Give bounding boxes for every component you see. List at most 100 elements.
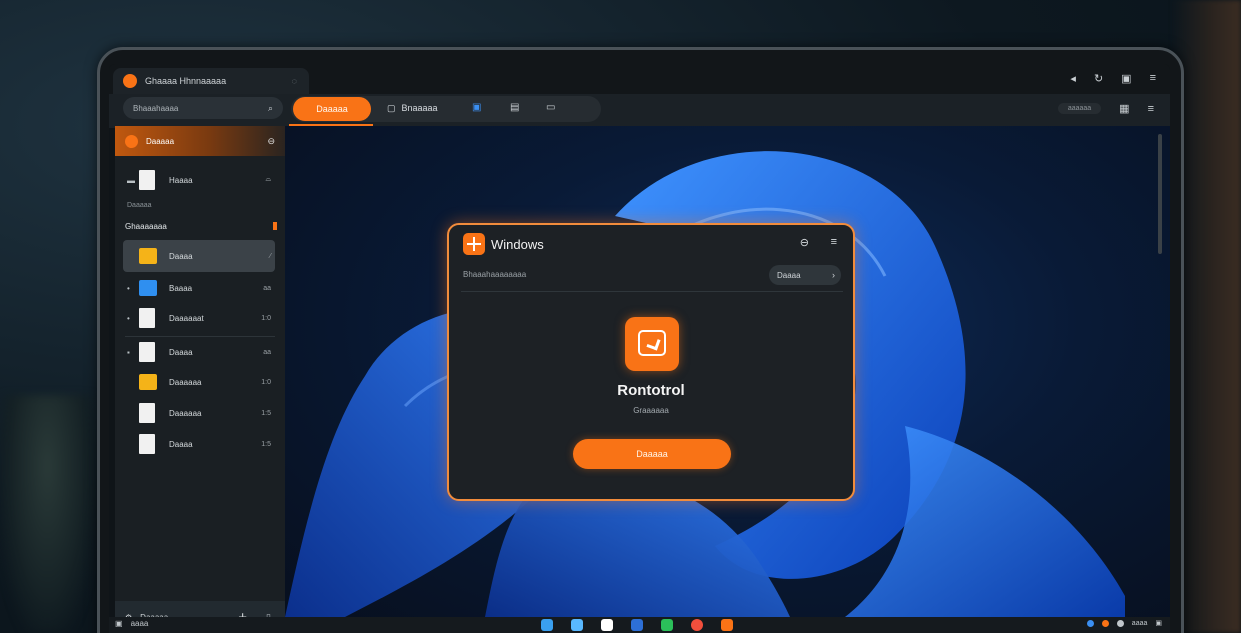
list-item-label: Daaaaaa bbox=[169, 377, 202, 387]
laptop-screen: Ghaaaa Hhnnaaaaa ◌ ◂ ↻ ▣ ≡ Bhaaahaaaa ⌕ … bbox=[109, 64, 1170, 633]
list-item[interactable]: Daaaaaa 1:0 bbox=[115, 368, 285, 396]
back-icon[interactable]: ◂ bbox=[1070, 72, 1076, 85]
start-icon[interactable]: ▣ bbox=[115, 619, 123, 628]
tab-active[interactable]: Daaaaa bbox=[293, 97, 371, 121]
dialog-select-value: Daaaa bbox=[777, 270, 801, 280]
tab-second-label: Bnaaaaa bbox=[401, 103, 438, 113]
system-tray: aaaa ▣ bbox=[1086, 619, 1162, 627]
cloud-icon: ⌓ bbox=[265, 176, 271, 183]
sidebar-sub-label: Daaaaa bbox=[127, 202, 152, 209]
list-item[interactable]: • Baaaa aa bbox=[115, 274, 285, 302]
hamburger-icon[interactable]: ≡ bbox=[1148, 103, 1154, 115]
list-item-label: Daaaaaat bbox=[169, 313, 204, 323]
taskbar-app-icon[interactable] bbox=[601, 619, 613, 631]
taskbar: ▣ aaaa aaaa ▣ bbox=[109, 617, 1170, 633]
taskbar-app-icon[interactable] bbox=[541, 619, 553, 631]
sidebar-selected-label: Daaaaa bbox=[146, 136, 175, 146]
folder-icon bbox=[139, 374, 157, 390]
title-bar: Ghaaaa Hhnnaaaaa ◌ ◂ ↻ ▣ ≡ bbox=[109, 64, 1170, 94]
tray-icon[interactable] bbox=[1101, 619, 1109, 627]
bullet-icon: • bbox=[127, 283, 130, 293]
dialog-select[interactable]: Daaaa › bbox=[769, 265, 841, 285]
window-tab-title: Ghaaaa Hhnnaaaaa bbox=[145, 76, 227, 86]
list-item[interactable]: Daaaa 1:5 bbox=[115, 430, 285, 458]
list-item[interactable]: ▪ Daaaa aa bbox=[115, 338, 285, 366]
tab-page-icon: ▢ bbox=[387, 103, 396, 113]
status-pill[interactable]: aaaaaa bbox=[1057, 103, 1102, 114]
window-icon[interactable]: ▣ bbox=[1121, 72, 1131, 85]
dialog-window: Windows ⊖ ≡ Bhaaahaaaaaaaa Daaaa › Ronto… bbox=[447, 223, 855, 501]
taskbar-app-icon[interactable] bbox=[661, 619, 673, 631]
list-item[interactable]: • Daaaaaat 1:0 bbox=[115, 304, 285, 332]
search-placeholder: Bhaaahaaaa bbox=[133, 103, 179, 113]
list-item-label: Daaaa bbox=[169, 251, 193, 261]
list-item-meta: aa bbox=[263, 348, 271, 356]
primary-button[interactable]: Daaaaa bbox=[573, 439, 731, 469]
list-item-meta: 1:5 bbox=[261, 440, 271, 448]
tab-second[interactable]: ▢ Bnaaaaa bbox=[387, 103, 438, 114]
toolbar: Bhaaahaaaa ⌕ Daaaaa ▢ Bnaaaaa ▣ ▤ ▭ aaaa… bbox=[109, 94, 1170, 128]
windows-logo-icon bbox=[463, 233, 485, 255]
app-name: Rontotrol bbox=[617, 382, 685, 399]
sidebar-section-heading: Ghaaaaaaa bbox=[125, 222, 167, 231]
document-icon bbox=[139, 434, 155, 454]
minimize-icon[interactable]: ⊖ bbox=[800, 236, 809, 249]
save-icon[interactable]: ▦ bbox=[1119, 102, 1129, 115]
section-marker bbox=[273, 222, 277, 230]
list-item-meta: 1:0 bbox=[261, 378, 271, 386]
list-item-label: Daaaaaa bbox=[169, 408, 202, 418]
refresh-icon[interactable]: ↻ bbox=[1094, 72, 1103, 85]
list-item-meta: 1:5 bbox=[261, 409, 271, 417]
window-tab[interactable]: Ghaaaa Hhnnaaaaa ◌ bbox=[113, 68, 309, 94]
pin-icon[interactable]: ⁄ bbox=[270, 253, 271, 260]
toolbar-right: aaaaaa ▦ ≡ bbox=[1057, 102, 1154, 115]
app-logo-icon bbox=[625, 317, 679, 371]
taskbar-app-icon[interactable] bbox=[631, 619, 643, 631]
list-item-meta: 1:0 bbox=[261, 314, 271, 322]
app-logo-icon bbox=[123, 74, 137, 88]
tray-icon[interactable] bbox=[1086, 619, 1094, 627]
list-item-label: Baaaa bbox=[169, 283, 193, 293]
app-caption: Graaaaaa bbox=[633, 406, 669, 415]
sidebar: Daaaaa ⊖ ▬ Haaaa ⌓ Daaaaa Ghaaaaaaa Daaa… bbox=[115, 126, 285, 633]
folder-icon[interactable]: ▭ bbox=[546, 102, 555, 113]
sidebar-item-home[interactable]: ▬ Haaaa ⌓ bbox=[115, 166, 285, 194]
tray-icon[interactable] bbox=[1116, 619, 1124, 627]
sidebar-item-home-label: Haaaa bbox=[169, 175, 193, 185]
bullet-icon: ▪ bbox=[127, 347, 130, 357]
document-icon bbox=[139, 342, 155, 362]
image-icon[interactable]: ▣ bbox=[472, 102, 481, 113]
dialog-divider bbox=[461, 291, 843, 292]
list-item-label: Daaaa bbox=[169, 439, 193, 449]
folder-icon bbox=[139, 248, 157, 264]
home-file-icon bbox=[139, 170, 155, 190]
menu-icon[interactable]: ≡ bbox=[1150, 72, 1156, 85]
document-icon bbox=[139, 403, 155, 423]
dialog-subtitle: Bhaaahaaaaaaaa bbox=[463, 270, 527, 279]
window-controls: ◂ ↻ ▣ ≡ bbox=[1070, 72, 1156, 85]
list-item-label: Daaaa bbox=[169, 347, 193, 357]
selected-item-icon bbox=[125, 134, 138, 148]
scrollbar[interactable] bbox=[1158, 134, 1162, 254]
taskbar-app-icon[interactable] bbox=[721, 619, 733, 631]
tray-clock[interactable]: aaaa bbox=[1132, 620, 1148, 627]
taskbar-app-icon[interactable] bbox=[571, 619, 583, 631]
dialog-title: Windows bbox=[491, 237, 544, 252]
app-logo-glyph bbox=[638, 330, 666, 356]
collapse-icon[interactable]: ▬ bbox=[127, 176, 135, 185]
taskbar-search-label[interactable]: aaaa bbox=[131, 619, 149, 628]
chevron-icon: › bbox=[832, 270, 835, 280]
notification-icon[interactable]: ▣ bbox=[1155, 619, 1162, 627]
menu-icon[interactable]: ≡ bbox=[831, 236, 837, 248]
list-item[interactable]: Daaaa ⁄ bbox=[115, 242, 285, 270]
list-item[interactable]: Daaaaaa 1:5 bbox=[115, 399, 285, 427]
list-item-meta: aa bbox=[263, 284, 271, 292]
close-tab-icon[interactable]: ◌ bbox=[292, 76, 297, 86]
browser-icon[interactable] bbox=[691, 619, 703, 631]
folder-icon bbox=[139, 280, 157, 296]
item-options-icon[interactable]: ⊖ bbox=[267, 136, 275, 147]
taskbar-apps bbox=[541, 619, 733, 631]
sidebar-item-selected[interactable]: Daaaaa ⊖ bbox=[115, 126, 285, 156]
search-input[interactable]: Bhaaahaaaa ⌕ bbox=[123, 97, 283, 119]
printer-icon[interactable]: ▤ bbox=[510, 102, 519, 113]
